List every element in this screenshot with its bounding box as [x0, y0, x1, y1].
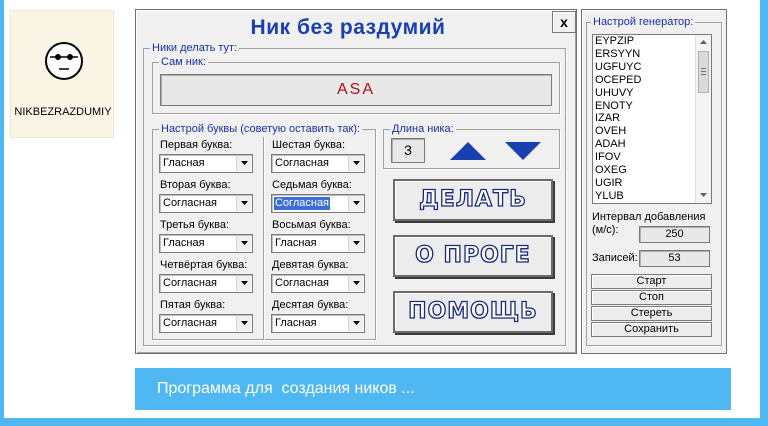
letter-1-value: Гласная — [163, 157, 205, 169]
letter-6-label: Шестая буква: — [272, 139, 346, 151]
chevron-down-icon[interactable] — [348, 316, 363, 331]
list-item[interactable]: UGFUYC — [593, 61, 711, 74]
increase-length-icon[interactable] — [450, 142, 486, 160]
letter-6-select[interactable]: Согласная — [271, 154, 365, 173]
list-item[interactable]: OVEH — [593, 125, 711, 138]
face-with-glasses-icon — [45, 42, 83, 80]
interval-value[interactable]: 250 — [639, 226, 710, 243]
letter-8-select[interactable]: Гласная — [271, 234, 365, 253]
list-item[interactable]: YLUB — [593, 190, 711, 203]
scroll-down-icon[interactable] — [700, 193, 707, 197]
letter-9-label: Девятая буква: — [272, 259, 349, 271]
letter-3-select[interactable]: Гласная — [159, 234, 253, 253]
chevron-down-icon[interactable] — [236, 156, 251, 171]
letter-10-value: Гласная — [275, 317, 317, 329]
help-button-label: ПОМОЩЬ — [408, 298, 538, 324]
save-button[interactable]: Сохранить — [591, 322, 712, 337]
chevron-down-icon[interactable] — [348, 236, 363, 251]
page-edge-right — [760, 0, 768, 426]
list-item[interactable]: IFOV — [593, 151, 711, 164]
letter-10-select[interactable]: Гласная — [271, 314, 365, 333]
length-group-legend: Длина ника: — [390, 122, 456, 136]
letter-3-value: Гласная — [163, 237, 205, 249]
letter-5-select[interactable]: Согласная — [159, 314, 253, 333]
close-button[interactable]: x — [552, 11, 576, 33]
page-edge-left — [0, 0, 4, 426]
list-item[interactable]: ENOTY — [593, 100, 711, 113]
own-nick-legend: Сам ник: — [159, 55, 208, 69]
records-value: 53 — [639, 250, 710, 267]
list-item[interactable]: IZAR — [593, 112, 711, 125]
letter-3-label: Третья буква: — [160, 219, 230, 231]
letter-8-label: Восьмая буква: — [272, 219, 351, 231]
list-item[interactable]: UHUVY — [593, 87, 711, 100]
list-item[interactable]: ADAH — [593, 138, 711, 151]
letter-5-label: Пятая буква: — [160, 299, 226, 311]
letter-4-label: Четвёртая буква: — [160, 259, 248, 271]
letter-2-value: Согласная — [163, 197, 218, 209]
chevron-down-icon[interactable] — [348, 196, 363, 211]
list-scrollbar[interactable] — [695, 35, 711, 203]
letter-7-value: Согласная — [274, 197, 331, 210]
list-item[interactable]: OCEPED — [593, 74, 711, 87]
letter-8-value: Гласная — [275, 237, 317, 249]
list-item[interactable]: OXEG — [593, 164, 711, 177]
length-value: 3 — [391, 138, 425, 163]
scroll-up-icon[interactable] — [700, 40, 707, 44]
clear-button[interactable]: Стереть — [591, 306, 712, 321]
chevron-down-icon[interactable] — [348, 156, 363, 171]
about-button[interactable]: О ПРОГЕ — [393, 235, 553, 277]
list-item[interactable]: UGIR — [593, 177, 711, 190]
chevron-down-icon[interactable] — [236, 196, 251, 211]
letters-group-legend: Настрой буквы (советую оставить так): — [159, 122, 363, 136]
page-edge-bottom — [0, 418, 768, 426]
letter-1-label: Первая буква: — [160, 139, 233, 151]
letter-4-value: Согласная — [163, 277, 218, 289]
chevron-down-icon[interactable] — [236, 236, 251, 251]
letter-5-value: Согласная — [163, 317, 218, 329]
letter-1-select[interactable]: Гласная — [159, 154, 253, 173]
letter-10-label: Десятая буква: — [272, 299, 349, 311]
generated-nicks-list[interactable]: EYPZIP ERSYYN UGFUYC OCEPED UHUVY ENOTY … — [592, 34, 712, 204]
make-button-label: ДЕЛАТЬ — [418, 186, 527, 212]
about-button-label: О ПРОГЕ — [415, 242, 531, 268]
description-banner: Программа для создания ников ... — [135, 368, 731, 410]
make-button[interactable]: ДЕЛАТЬ — [393, 179, 553, 221]
stop-button[interactable]: Стоп — [591, 290, 712, 305]
nick-display[interactable]: ASA — [160, 74, 552, 106]
letter-2-label: Вторая буква: — [160, 179, 231, 191]
records-label: Записей: — [592, 252, 638, 264]
chevron-down-icon[interactable] — [236, 276, 251, 291]
chevron-down-icon[interactable] — [348, 276, 363, 291]
chevron-down-icon[interactable] — [236, 316, 251, 331]
letter-9-value: Согласная — [275, 277, 330, 289]
letter-7-label: Седьмая буква: — [272, 179, 352, 191]
letter-6-value: Согласная — [275, 157, 330, 169]
letter-7-select[interactable]: Согласная — [271, 194, 365, 213]
list-item[interactable]: EYPZIP — [593, 35, 711, 48]
nicks-group-legend: Ники делать тут: — [150, 41, 240, 55]
letter-9-select[interactable]: Согласная — [271, 274, 365, 293]
scrollbar-thumb[interactable] — [698, 51, 709, 93]
help-button[interactable]: ПОМОЩЬ — [393, 291, 553, 333]
decrease-length-icon[interactable] — [505, 142, 541, 160]
window-title: Ник без раздумий — [250, 16, 446, 39]
start-button[interactable]: Старт — [591, 274, 712, 289]
list-item[interactable]: ERSYYN — [593, 48, 711, 61]
generator-legend: Настрой генератор: — [591, 15, 696, 29]
app-tile[interactable]: NIKBEZRAZDUMIY — [10, 10, 114, 138]
letters-divider — [263, 137, 265, 340]
app-tile-name: NIKBEZRAZDUMIY — [14, 106, 112, 118]
banner-text: Программа для создания ников ... — [157, 380, 415, 397]
letter-4-select[interactable]: Согласная — [159, 274, 253, 293]
letter-2-select[interactable]: Согласная — [159, 194, 253, 213]
